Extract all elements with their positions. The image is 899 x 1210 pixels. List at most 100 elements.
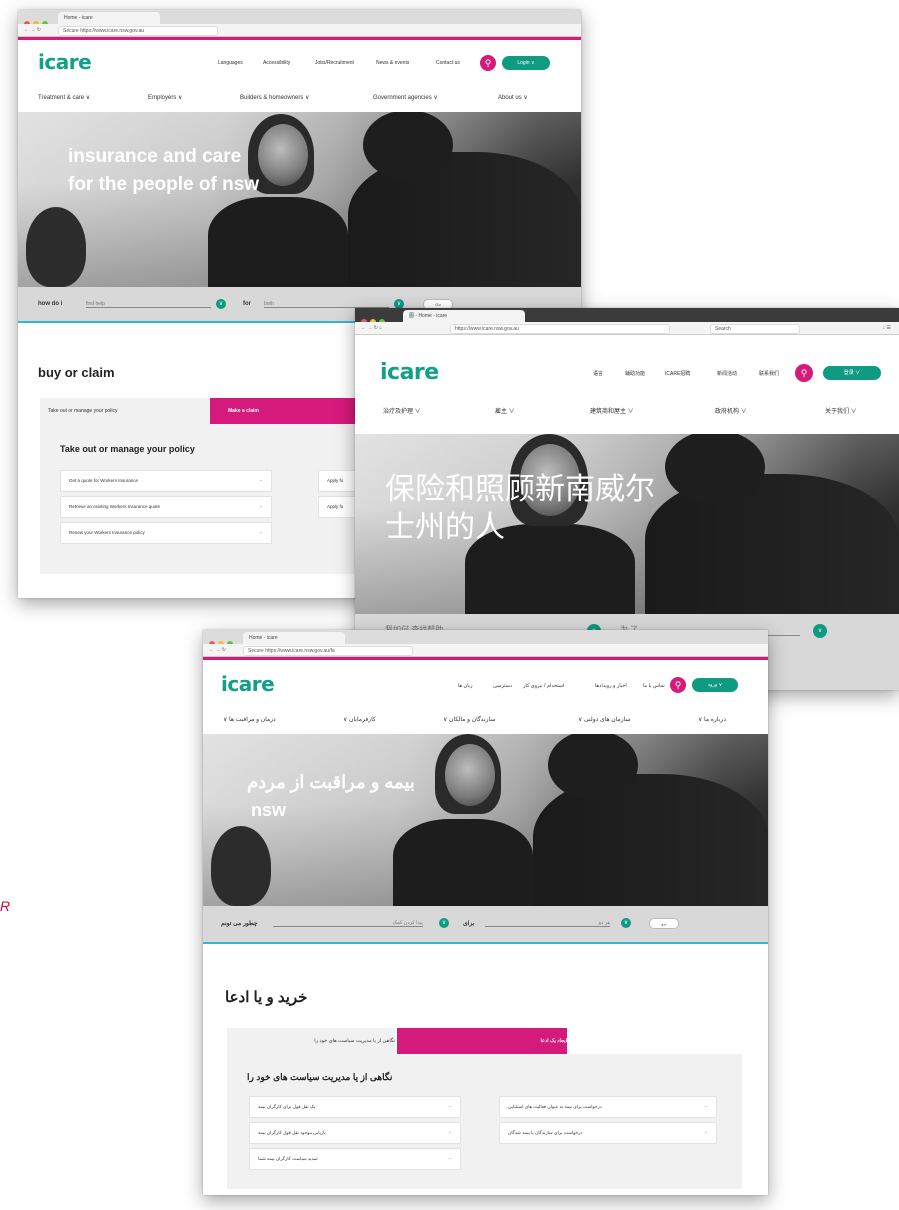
utility-link-contact[interactable]: تماس با ما [643,683,665,689]
for-chevron-icon[interactable]: ∨ [813,624,827,638]
icare-logo[interactable]: icare [38,50,92,74]
tab-make-claim[interactable]: ایجاد یک ادعا [397,1028,567,1054]
buy-or-claim-heading: خرید و یا ادعا [225,989,308,1006]
utility-link-accessibility[interactable]: 辅助功能 [625,370,645,377]
utility-link-languages[interactable]: Languages [218,60,243,66]
arrow-right-icon: → [703,1129,709,1134]
icare-logo[interactable]: icare [221,672,275,696]
tab-manage-policy[interactable]: نگاهی از یا مدیریت سیاست های خود را [227,1028,395,1054]
arrow-right-icon: → [258,503,264,508]
stray-letter: R [0,898,11,914]
card-apply-exceptional[interactable]: درخواست برای بیمه به عنوان فعالیت های اس… [499,1096,717,1118]
utility-link-languages[interactable]: زبان ها [458,683,473,689]
utility-link-news[interactable]: اخبار و رویدادها [595,683,627,689]
login-button[interactable]: ورود ∨ [692,678,738,692]
hero-man-head [363,112,453,180]
nav-arrows-icon[interactable]: ← → ↻ ⌂ [361,322,382,334]
browser-tab-bar: Home - icare [203,630,768,647]
how-do-i-chevron-icon[interactable]: ∨ [439,918,449,928]
nav-arrows-icon[interactable]: ← → ↻ [24,24,41,36]
browser-menu-icon[interactable]: ↓ ☰ [883,322,891,334]
brand-accent-line [203,657,768,660]
utility-link-accessibility[interactable]: دسترسی [493,683,512,689]
nav-treatment-care[interactable]: درمان و مراقبت ها ∨ [223,716,276,723]
hero-image: 保险和照顾新南威尔 士州的人 [355,434,899,614]
nav-government[interactable]: 政府机构 ∨ [715,406,747,415]
how-do-i-label: how do i [38,301,63,307]
search-icon[interactable]: ⚲ [480,55,496,71]
hero-person-left [26,207,86,287]
nav-government[interactable]: Government agencies ∨ [373,94,438,101]
utility-link-news[interactable]: News & events [376,60,409,66]
panel-title: نگاهی از یا مدیریت سیاست های خود را [247,1072,393,1082]
hero-headline-2: for the people of nsw [68,174,260,195]
card-renew-policy[interactable]: تمدید سیاست کارگران بیمه شما → [249,1148,461,1170]
panel-title: Take out or manage your policy [60,444,195,454]
nav-arrows-icon[interactable]: ← → ↻ [209,644,226,656]
utility-link-contact[interactable]: 联系我们 [759,370,779,377]
nav-treatment-care[interactable]: 治疗及护理 ∨ [383,406,421,415]
url-field[interactable]: Secure https://www.icare.nsw.gov.au/fa [243,646,413,656]
nav-about[interactable]: 关于我们 ∨ [825,406,857,415]
card-apply-builders[interactable]: درخواست برای سازندگان یا بیمه شدگان → [499,1122,717,1144]
arrow-right-icon: → [703,1103,709,1108]
hero-headline-2: nsw [251,800,287,820]
arrow-right-icon: → [258,529,264,534]
hero-headline-1: insurance and care [68,146,242,167]
for-select[interactable]: both [264,301,389,308]
hero-woman-face [445,744,495,806]
card-retrieve-quote[interactable]: Retrieve an existing Workers Insurance q… [60,496,272,518]
utility-link-languages[interactable]: 语言 [593,370,603,377]
utility-link-jobs[interactable]: استخدام / نیروی کار [523,683,564,689]
nav-treatment-care[interactable]: Treatment & care ∨ [38,94,90,101]
arrow-right-icon: → [258,477,264,482]
search-icon[interactable]: ⚲ [795,364,813,382]
nav-about[interactable]: About us ∨ [498,94,528,101]
browser-tab-bar: Home - icare [18,10,581,27]
card-apply-2[interactable]: Apply fo [318,496,360,518]
utility-link-accessibility[interactable]: Accessibility [263,60,290,66]
card-retrieve-quote[interactable]: بازیابی موجود نقل قول کارگران بیمه → [249,1122,461,1144]
browser-tab[interactable]: 图 - Home - icare [403,310,525,322]
nav-builders[interactable]: Builders & homeowners ∨ [240,94,309,101]
hero-headline-2: 士州的人 [385,511,505,544]
card-renew-policy[interactable]: Renew your Workers Insurance policy → [60,522,272,544]
browser-tab[interactable]: Home - icare [58,12,160,24]
browser-search-field[interactable]: Search [710,324,800,334]
card-apply-1[interactable]: Apply fo [318,470,360,492]
utility-link-contact[interactable]: Contact us [436,60,460,66]
nav-employers[interactable]: 雇主 ∨ [495,406,515,415]
how-do-i-select[interactable]: پیدا کردن کمک [273,920,423,927]
tab-make-claim[interactable]: Make a claim [210,398,378,424]
search-icon[interactable]: ⚲ [670,677,686,693]
browser-address-bar: ← → ↻ Secure https://www.icare.nsw.gov.a… [18,24,581,37]
how-do-i-chevron-icon[interactable]: ∨ [216,299,226,309]
login-button[interactable]: 登录 ∨ [823,366,881,380]
nav-builders[interactable]: 建筑商和屋主 ∨ [590,406,634,415]
hero-woman-body [208,197,348,287]
go-button[interactable]: برو [649,918,679,929]
hero-woman-body [393,819,533,906]
nav-employers[interactable]: Employers ∨ [148,94,182,101]
buy-or-claim-heading: buy or claim [38,365,115,380]
for-label: for [243,301,251,307]
how-do-i-select[interactable]: find help [86,301,211,308]
tab-manage-policy[interactable]: Take out or manage your policy [40,398,210,424]
browser-tab[interactable]: Home - icare [243,632,345,644]
icare-logo[interactable]: icare [380,360,439,385]
for-select[interactable]: هر دو [485,920,610,927]
login-button[interactable]: Login ∨ [502,56,550,70]
nav-government[interactable]: سازمان های دولتی ∨ [578,716,631,723]
utility-link-jobs[interactable]: Jobs/Recruitment [315,60,354,66]
url-field[interactable]: Secure https://www.icare.nsw.gov.au [58,26,218,36]
utility-link-jobs[interactable]: ICARE招聘 [665,370,690,377]
nav-about[interactable]: درباره ما ∨ [698,716,726,723]
card-get-quote[interactable]: یک نقل قول برای کارگران بیمه → [249,1096,461,1118]
card-get-quote[interactable]: Get a quote for Workers Insurance → [60,470,272,492]
utility-link-news[interactable]: 新闻活动 [717,370,737,377]
nav-builders[interactable]: سازندگان و مالکان ∨ [443,716,495,723]
nav-employers[interactable]: کارفرمایان ∨ [343,716,376,723]
for-chevron-icon[interactable]: ∨ [621,918,631,928]
browser-tab-bar: 图 - Home - icare [355,308,899,325]
url-field[interactable]: https://www.icare.nsw.gov.au [450,324,670,334]
